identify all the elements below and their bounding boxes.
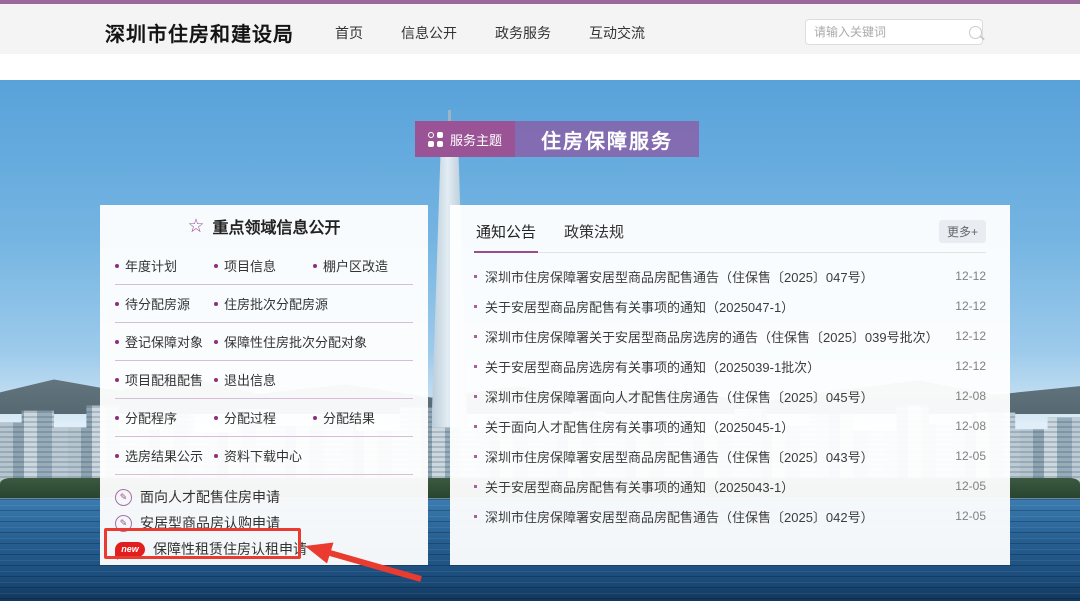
header-gap [0, 54, 1080, 80]
bullet-icon [474, 515, 477, 518]
new-badge: new [115, 542, 145, 557]
search-input[interactable] [814, 25, 969, 39]
service-theme-label: 服务主题 [450, 130, 502, 149]
bullet-icon [474, 365, 477, 368]
link-row: 选房结果公示 资料下载中心 [115, 437, 413, 475]
link-annual-plan[interactable]: 年度计划 [115, 256, 214, 275]
link-allocation-result[interactable]: 分配结果 [313, 408, 412, 427]
bullet-icon [474, 305, 477, 308]
link-batch-housing[interactable]: 住房批次分配房源 [214, 294, 328, 313]
search-box[interactable] [805, 19, 983, 45]
more-button[interactable]: 更多+ [939, 220, 986, 243]
header: 深圳市住房和建设局 首页 信息公开 政务服务 互动交流 [0, 4, 1080, 54]
bullet-icon [474, 455, 477, 458]
service-theme-badge: 服务主题 住房保障服务 [415, 121, 699, 157]
notice-row[interactable]: 深圳市住房保障署面向人才配售住房通告（住保售〔2025〕045号） 12-08 [474, 381, 986, 411]
page-title: 住房保障服务 [541, 125, 673, 154]
bullet-icon [474, 425, 477, 428]
notice-panel: 通知公告 政策法规 更多+ 深圳市住房保障署安居型商品房配售通告（住保售〔202… [450, 205, 1010, 565]
link-project-rent-sale[interactable]: 项目配租配售 [115, 370, 214, 389]
search-icon[interactable] [969, 26, 982, 39]
main-nav: 首页 信息公开 政务服务 互动交流 [335, 23, 645, 43]
page: 深圳市住房和建设局 首页 信息公开 政务服务 互动交流 服务主题 住房保障服务 [0, 0, 1080, 601]
link-batch-targets[interactable]: 保障性住房批次分配对象 [214, 332, 367, 351]
tab-notices[interactable]: 通知公告 [474, 221, 538, 252]
nav-item-home[interactable]: 首页 [335, 23, 363, 43]
notice-row[interactable]: 深圳市住房保障署关于安居型商品房选房的通告（住保售〔2025〕039号批次） 1… [474, 321, 986, 351]
apply-affordable-housing[interactable]: ✎ 安居型商品房认购申请 [115, 510, 413, 536]
link-pending-housing[interactable]: 待分配房源 [115, 294, 214, 313]
key-info-title: 重点领域信息公开 [213, 214, 341, 238]
link-shantytown[interactable]: 棚户区改造 [313, 256, 412, 275]
notice-row[interactable]: 关于安居型商品房配售有关事项的通知（2025043-1） 12-05 [474, 471, 986, 501]
notice-tabs: 通知公告 政策法规 更多+ [474, 205, 986, 253]
service-theme-tag: 服务主题 [415, 121, 515, 157]
notice-row[interactable]: 关于安居型商品房配售有关事项的通知（2025047-1） 12-12 [474, 291, 986, 321]
notice-row[interactable]: 深圳市住房保障署安居型商品房配售通告（住保售〔2025〕047号） 12-12 [474, 261, 986, 291]
link-row: 待分配房源 住房批次分配房源 [115, 285, 413, 323]
link-row: 项目配租配售 退出信息 [115, 361, 413, 399]
apply-links: ✎ 面向人才配售住房申请 ✎ 安居型商品房认购申请 new 保障性租赁住房认租申… [100, 475, 428, 562]
link-allocation-procedure[interactable]: 分配程序 [115, 408, 214, 427]
apply-rental-housing[interactable]: new 保障性租赁住房认租申请 [115, 536, 413, 562]
star-icon: ☆ [187, 217, 204, 236]
tab-policies[interactable]: 政策法规 [562, 221, 626, 252]
bullet-icon [474, 395, 477, 398]
link-project-info[interactable]: 项目信息 [214, 256, 313, 275]
link-selection-result[interactable]: 选房结果公示 [115, 446, 214, 465]
link-row: 登记保障对象 保障性住房批次分配对象 [115, 323, 413, 361]
grid-icon [428, 132, 443, 147]
key-info-panel: ☆ 重点领域信息公开 年度计划 项目信息 棚户区改造 待分配房源 住房批次分配房… [100, 205, 428, 565]
nav-item-info-disclosure[interactable]: 信息公开 [401, 23, 457, 43]
bullet-icon [474, 335, 477, 338]
notice-row[interactable]: 深圳市住房保障署安居型商品房配售通告（住保售〔2025〕043号） 12-05 [474, 441, 986, 471]
notice-row[interactable]: 关于安居型商品房选房有关事项的通知（2025039-1批次） 12-12 [474, 351, 986, 381]
pen-icon: ✎ [115, 515, 132, 532]
link-allocation-process[interactable]: 分配过程 [214, 408, 313, 427]
link-download-center[interactable]: 资料下载中心 [214, 446, 313, 465]
link-row: 年度计划 项目信息 棚户区改造 [115, 247, 413, 285]
apply-talent-housing[interactable]: ✎ 面向人才配售住房申请 [115, 484, 413, 510]
bullet-icon [474, 275, 477, 278]
bullet-icon [474, 485, 477, 488]
link-row: 分配程序 分配过程 分配结果 [115, 399, 413, 437]
notice-row[interactable]: 深圳市住房保障署安居型商品房配售通告（住保售〔2025〕042号） 12-05 [474, 501, 986, 531]
nav-item-gov-services[interactable]: 政务服务 [495, 23, 551, 43]
notice-list: 深圳市住房保障署安居型商品房配售通告（住保售〔2025〕047号） 12-12 … [474, 253, 986, 531]
pen-icon: ✎ [115, 489, 132, 506]
link-exit-info[interactable]: 退出信息 [214, 370, 313, 389]
key-info-title-row: ☆ 重点领域信息公开 [100, 205, 428, 247]
nav-item-interaction[interactable]: 互动交流 [589, 23, 645, 43]
notice-row[interactable]: 关于面向人才配售住房有关事项的通知（2025045-1） 12-08 [474, 411, 986, 441]
site-title: 深圳市住房和建设局 [105, 18, 294, 47]
service-theme-title-box: 住房保障服务 [515, 121, 699, 157]
link-registered-targets[interactable]: 登记保障对象 [115, 332, 214, 351]
